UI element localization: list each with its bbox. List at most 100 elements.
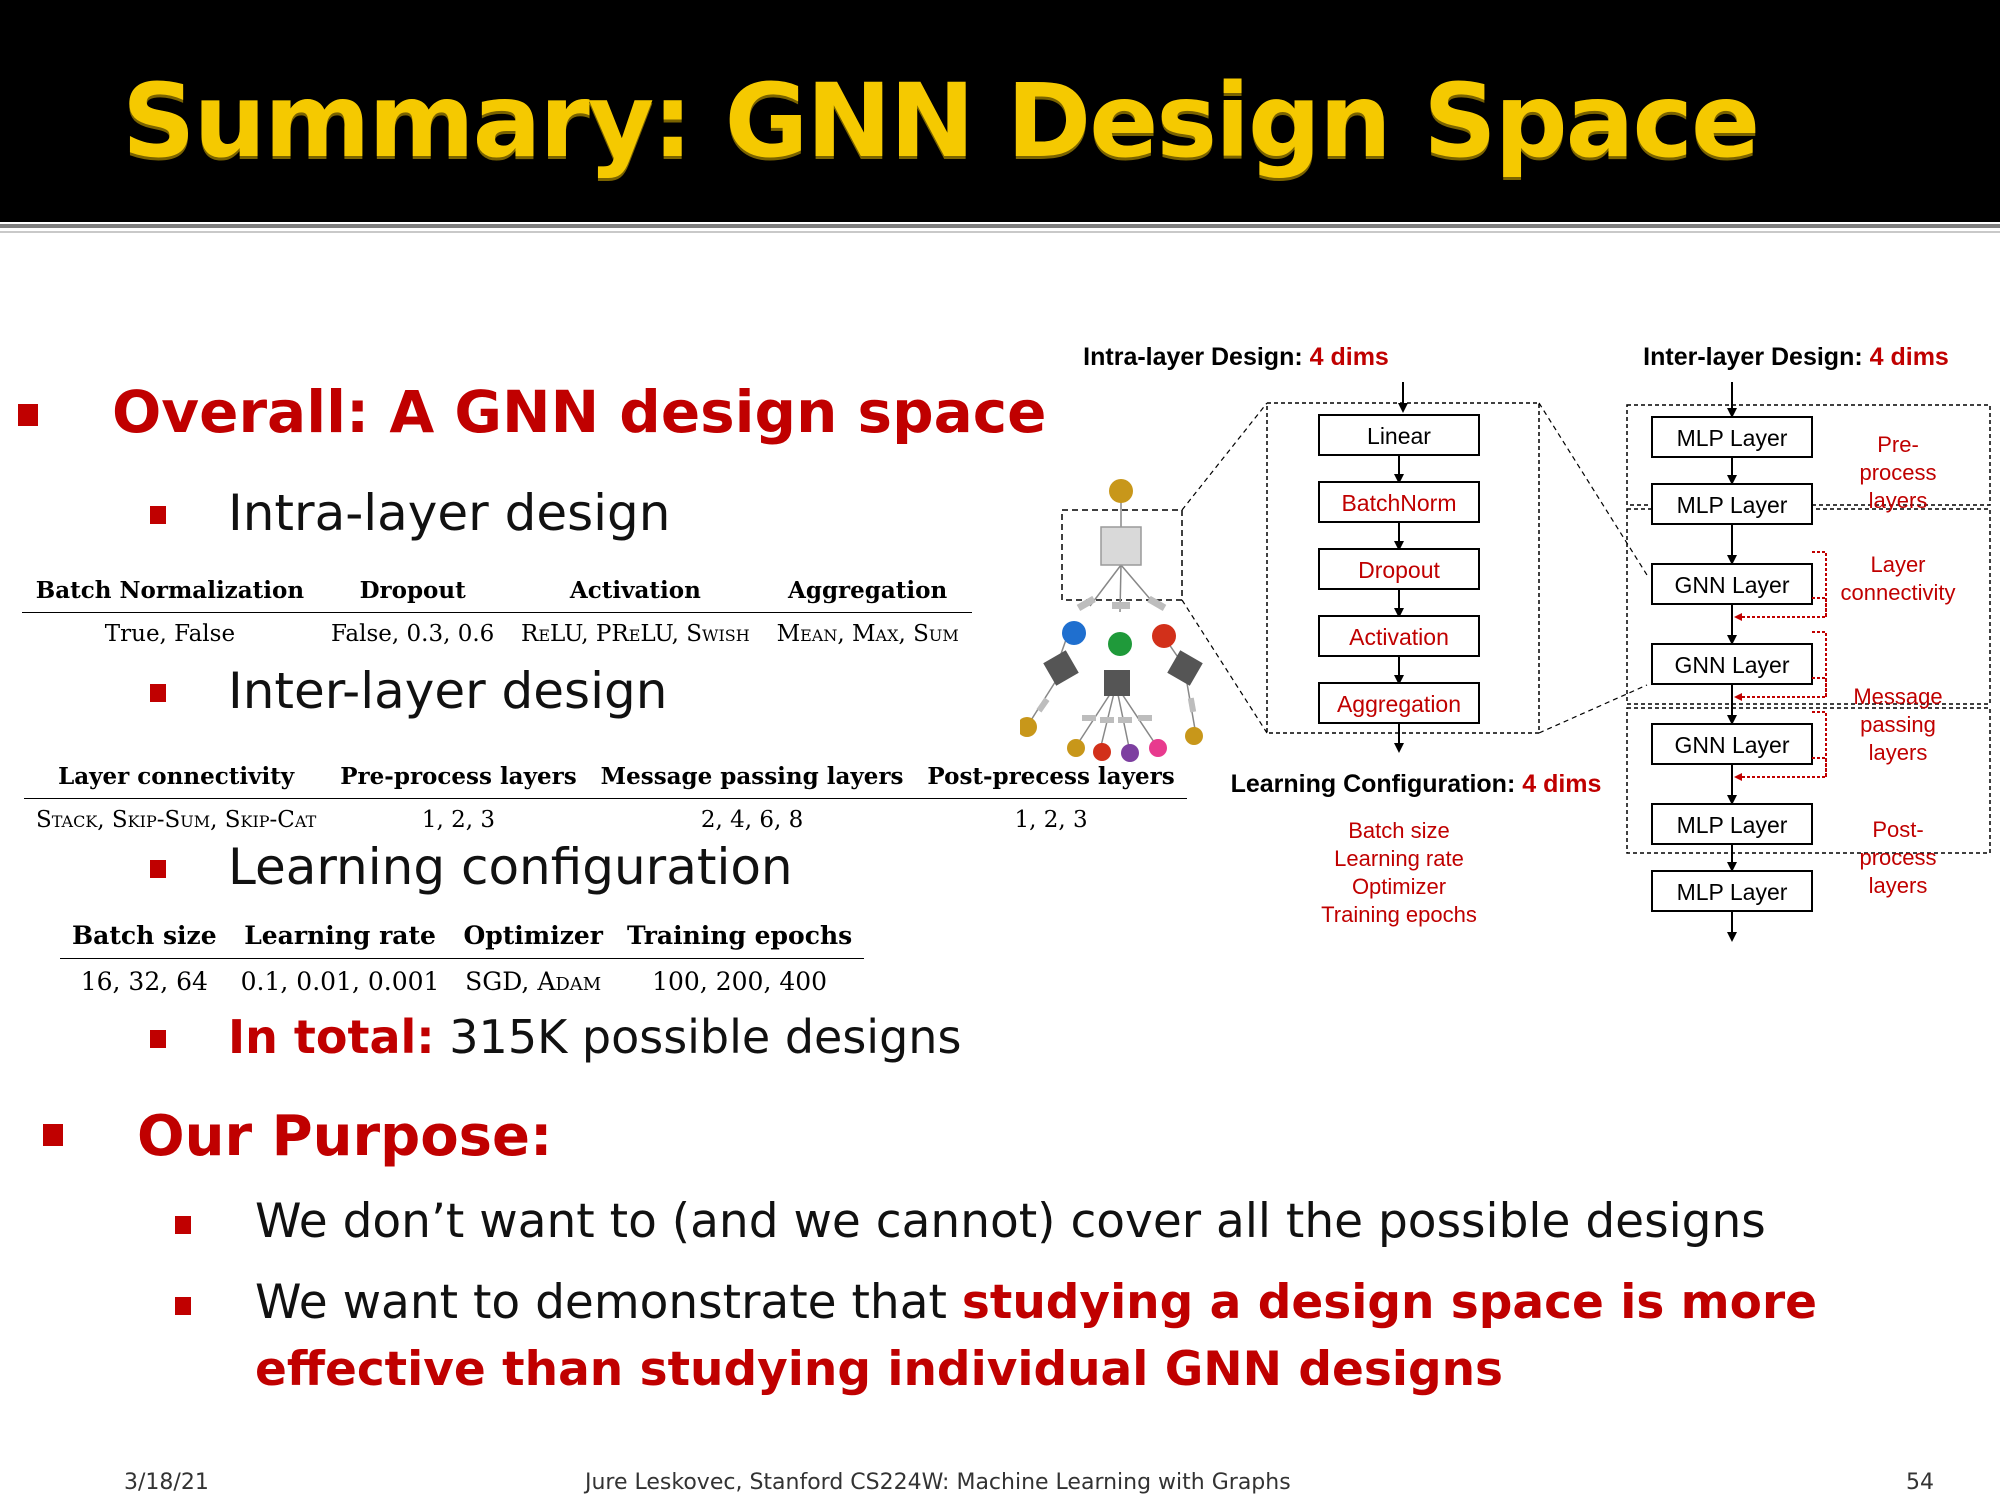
graph-node	[1093, 743, 1111, 761]
svg-text:GNN Layer: GNN Layer	[1674, 572, 1789, 598]
side-label-pre: process	[1859, 460, 1936, 485]
table-header: Activation	[507, 573, 764, 613]
footer-page-number: 54	[1906, 1470, 1934, 1495]
side-label-connectivity: Layer	[1870, 552, 1925, 577]
side-label-post: layers	[1869, 873, 1928, 898]
inter-heading: Inter-layer design	[228, 662, 668, 720]
learning-heading: Learning configuration	[228, 838, 793, 896]
graph-node	[1020, 717, 1037, 737]
message-edge	[1147, 595, 1167, 611]
inter-table: Layer connectivity Pre-process layers Me…	[24, 759, 1187, 835]
table-header: Training epochs	[614, 917, 865, 959]
title-divider-thin	[0, 231, 2000, 233]
purpose-heading: Our Purpose:	[137, 1104, 553, 1169]
side-label-post: process	[1859, 845, 1936, 870]
table-cell: 1, 2, 3	[421, 807, 496, 833]
svg-text:Activation: Activation	[1349, 624, 1449, 650]
intra-block-aggregation: Aggregation	[1318, 682, 1480, 724]
aggregator-square	[1167, 650, 1203, 686]
total-label: In total:	[228, 1010, 435, 1064]
table-header: Message passing layers	[588, 759, 916, 799]
graph-node	[1185, 727, 1203, 745]
table-header-row: Batch Normalization Dropout Activation A…	[22, 573, 972, 613]
graph-node	[1109, 479, 1133, 503]
purpose-point-2: We want to demonstrate that studying a d…	[255, 1275, 1817, 1330]
graph-node	[1062, 621, 1086, 645]
table-cell: False, 0.3, 0.6	[331, 621, 495, 647]
slide-title: Summary: GNN Design Space	[122, 62, 1760, 181]
inter-block-gnn-3: GNN Layer	[1651, 723, 1813, 765]
overall-heading: Overall: A GNN design space	[112, 378, 1047, 446]
inter-block-mlp-3: MLP Layer	[1651, 803, 1813, 845]
side-label-message: layers	[1869, 740, 1928, 765]
intra-heading: Intra-layer design	[228, 484, 671, 542]
learning-item: Learning rate	[1334, 846, 1464, 871]
purpose-point-2-emphasis-cont: effective than studying individual GNN d…	[255, 1342, 1504, 1397]
table-header: Learning rate	[228, 917, 452, 959]
svg-text:GNN Layer: GNN Layer	[1674, 652, 1789, 678]
bullet-icon	[175, 1216, 191, 1234]
inter-block-gnn-1: GNN Layer	[1651, 563, 1813, 605]
message-edge	[1076, 595, 1096, 611]
table-header: Pre-process layers	[328, 759, 589, 799]
total-line: In total: 315K possible designs	[228, 1010, 961, 1064]
learning-item: Batch size	[1348, 818, 1450, 843]
table-row: Stack, Skip-Sum, Skip-Cat 1, 2, 3 2, 4, …	[24, 799, 1187, 836]
table-cell: Stack, Skip-Sum, Skip-Cat	[36, 807, 317, 833]
table-row: 16, 32, 64 0.1, 0.01, 0.001 SGD, Adam 10…	[60, 959, 864, 999]
table-cell: 0.1, 0.01, 0.001	[240, 967, 440, 996]
design-space-diagram: Intra-layer Design: 4 dims Inter-layer D…	[1020, 343, 1991, 942]
aggregator-square	[1104, 670, 1130, 696]
learning-table: Batch size Learning rate Optimizer Train…	[60, 917, 865, 999]
aggregator-square	[1043, 650, 1079, 686]
table-header: Dropout	[317, 573, 508, 613]
table-cell: 100, 200, 400	[652, 967, 828, 996]
svg-text:Linear: Linear	[1367, 423, 1431, 449]
bullet-icon	[150, 860, 166, 878]
side-label-message: Message	[1853, 684, 1942, 709]
table-header: Layer connectivity	[24, 759, 329, 799]
svg-text:MLP Layer: MLP Layer	[1677, 425, 1788, 451]
graph-node	[1152, 624, 1176, 648]
svg-text:MLP Layer: MLP Layer	[1677, 879, 1788, 905]
graph-node	[1121, 744, 1139, 762]
svg-text:MLP Layer: MLP Layer	[1677, 812, 1788, 838]
side-label-connectivity: connectivity	[1841, 580, 1956, 605]
table-cell: 2, 4, 6, 8	[700, 807, 804, 833]
inter-design-title: Inter-layer Design: 4 dims	[1643, 343, 1949, 371]
purpose-point-2-emphasis: studying a design space is more	[961, 1275, 1818, 1330]
table-cell: Mean, Max, Sum	[776, 621, 959, 647]
table-cell: ReLU, PReLU, Swish	[521, 621, 750, 647]
table-cell: SGD, Adam	[465, 967, 602, 996]
learning-item: Optimizer	[1352, 874, 1446, 899]
bullet-icon	[150, 684, 166, 702]
bullet-icon	[43, 1124, 63, 1146]
svg-text:MLP Layer: MLP Layer	[1677, 492, 1788, 518]
inter-block-mlp-2: MLP Layer	[1651, 483, 1813, 525]
purpose-point-1: We don’t want to (and we cannot) cover a…	[255, 1194, 1766, 1249]
footer-date: 3/18/21	[124, 1470, 209, 1495]
graph-node	[1149, 739, 1167, 757]
table-header-row: Batch size Learning rate Optimizer Train…	[60, 917, 865, 959]
intra-block-dropout: Dropout	[1318, 548, 1480, 590]
table-cell: True, False	[104, 621, 236, 647]
learning-item: Training epochs	[1321, 902, 1477, 927]
bullet-icon	[18, 404, 38, 426]
table-header: Batch Normalization	[22, 573, 318, 613]
svg-text:Aggregation: Aggregation	[1337, 691, 1461, 717]
learning-config-title: Learning Configuration: 4 dims	[1231, 770, 1602, 798]
bullet-icon	[150, 506, 166, 524]
side-label-pre: Pre-	[1877, 432, 1919, 457]
svg-text:Dropout: Dropout	[1358, 557, 1440, 583]
table-cell: 16, 32, 64	[80, 967, 208, 996]
table-header-row: Layer connectivity Pre-process layers Me…	[24, 759, 1187, 799]
bullet-icon	[150, 1030, 166, 1048]
table-header: Optimizer	[451, 917, 615, 959]
side-label-post: Post-	[1872, 817, 1923, 842]
inter-block-mlp-1: MLP Layer	[1651, 416, 1813, 458]
inter-block-gnn-2: GNN Layer	[1651, 643, 1813, 685]
footer-course: Jure Leskovec, Stanford CS224W: Machine …	[585, 1470, 1291, 1495]
intra-block-batchnorm: BatchNorm	[1318, 481, 1480, 523]
bullet-icon	[175, 1297, 191, 1315]
total-text: 315K possible designs	[434, 1010, 962, 1064]
